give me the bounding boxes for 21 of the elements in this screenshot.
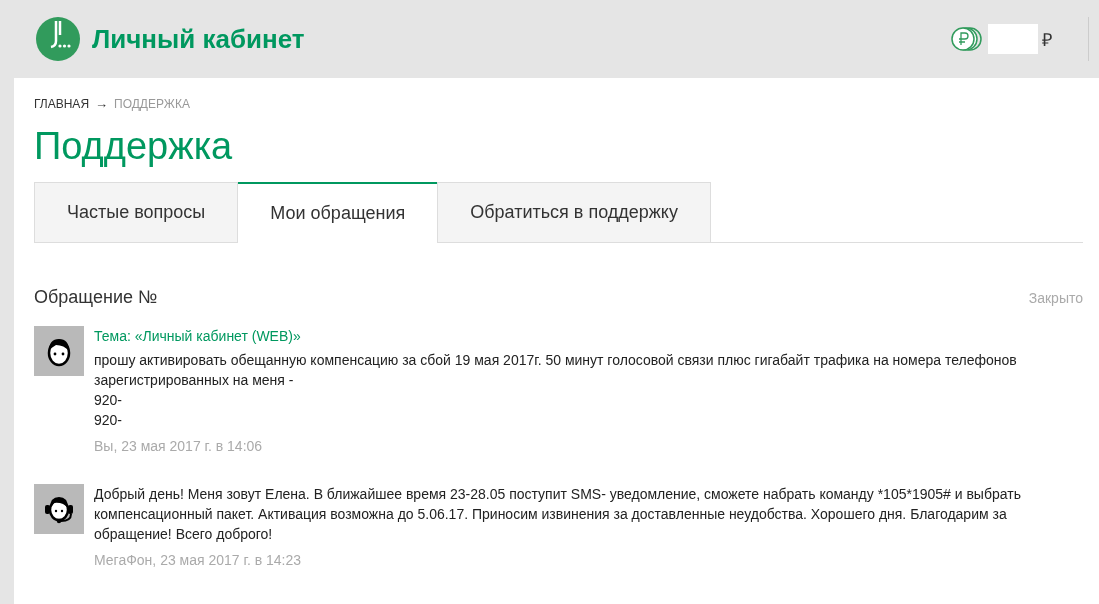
logo-icon — [36, 17, 80, 61]
user-avatar-icon — [34, 326, 84, 376]
currency-sign: ₽ — [1042, 29, 1052, 51]
page-title: Поддержка — [34, 125, 234, 168]
message-text: прошу активировать обещанную компенсацию за сбой 19 мая 2017г. 50 минут голосовой связи плюс гигабайт трафика на номера телефонов зарегистрированных на меня - — [94, 351, 1018, 390]
message-meta: Вы, 23 мая 2017 г. в 14:06 — [94, 437, 264, 456]
message-meta: МегаФон, 23 мая 2017 г. в 14:23 — [94, 551, 303, 570]
breadcrumb-link[interactable]: ГЛАВНАЯ — [34, 96, 90, 111]
ticket-title: Обращение № — [34, 287, 158, 308]
balance-field — [988, 24, 1038, 54]
ticket-status: Закрыто — [1028, 289, 1083, 306]
tab[interactable]: Мои обращения — [238, 182, 438, 243]
coins-icon[interactable] — [950, 26, 984, 52]
message-text: 920- — [94, 411, 124, 430]
breadcrumb-separator: → — [95, 96, 109, 111]
message-text: Добрый день! Меня зовут Елена. В ближайшее время 23-28.05 поступит SMS- уведомление, сможете набрать команду *105*1905# и выбрать компенсационный пакет. Активация возможна до 5.06.17. Приносим извинения за доставленные неудобства. Хорошего дня. Благодарим за обращение! Всего доброго! — [94, 485, 1022, 544]
message-topic: Тема: «Личный кабинет (WEB)» — [94, 327, 302, 346]
message-text: 920- — [94, 391, 124, 410]
tab[interactable]: Обратиться в поддержку — [437, 182, 711, 243]
operator-avatar-icon — [34, 484, 84, 534]
tab[interactable]: Частые вопросы — [34, 182, 239, 243]
